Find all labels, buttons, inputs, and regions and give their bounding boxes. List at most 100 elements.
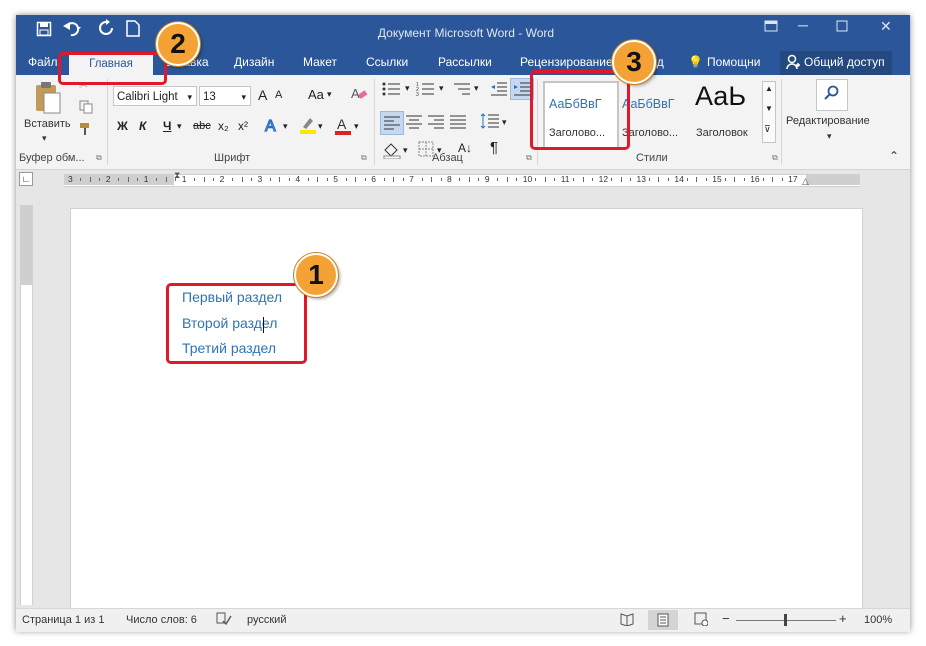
chevron-down-icon[interactable]: ▾ [327,89,332,100]
underline-button[interactable]: Ч [163,119,171,133]
chevron-down-icon[interactable]: ▼ [765,104,773,113]
paragraph-group-label: Абзац [432,152,463,164]
tab-design[interactable]: Дизайн [234,55,274,69]
ruler-tick [431,177,433,182]
ruler-tick [724,178,726,181]
bullets-icon[interactable] [382,81,402,100]
tab-references[interactable]: Ссылки [366,55,408,69]
zoom-in-icon[interactable]: + [839,611,847,626]
numbering-icon[interactable]: 123 [416,81,436,100]
line-spacing-icon[interactable] [480,112,500,133]
font-group-label: Шрифт [214,152,251,164]
font-name-field[interactable]: Calibri Light ▾ [113,86,197,106]
decrease-indent-icon[interactable] [490,81,508,100]
paste-button[interactable]: Вставить [24,118,71,130]
close-icon[interactable]: ✕ [880,18,892,35]
justify-icon[interactable] [450,115,466,132]
tab-mailings[interactable]: Рассылки [438,55,492,69]
ruler-tick [772,177,774,182]
clipboard-launcher-icon[interactable]: ⧉ [96,153,102,163]
subscript-button[interactable]: x₂ [218,119,229,133]
ruler-number: 6 [371,174,376,184]
highlight-icon[interactable] [298,115,318,138]
multilevel-list-icon[interactable] [452,81,472,100]
zoom-out-icon[interactable]: − [722,611,730,626]
format-painter-icon[interactable] [79,122,93,139]
collapse-ribbon-icon[interactable]: ⌃ [889,149,899,163]
maximize-icon[interactable] [836,19,848,35]
align-center-icon[interactable] [406,115,422,132]
chevron-down-icon[interactable]: ▾ [502,117,507,128]
editing-group-button[interactable]: Редактирование [786,115,870,127]
proofing-icon[interactable] [216,612,232,629]
font-launcher-icon[interactable]: ⧉ [361,153,367,163]
ruler-number: 8 [447,174,452,184]
web-layout-icon[interactable] [694,612,709,629]
show-marks-button[interactable]: ¶ [490,139,498,156]
chevron-down-icon[interactable]: ▾ [354,121,359,132]
chevron-down-icon[interactable]: ▾ [403,145,408,156]
tab-file[interactable]: Файл [28,55,58,69]
chevron-down-icon[interactable]: ▾ [177,121,182,132]
redo-icon[interactable] [98,19,114,41]
indent-marker-icon[interactable]: ⧗ [174,170,180,181]
page-count[interactable]: Страница 1 из 1 [22,614,104,626]
tab-review[interactable]: Рецензирование [520,55,613,69]
align-left-button[interactable] [380,111,404,135]
zoom-level[interactable]: 100% [864,614,892,626]
zoom-slider-thumb[interactable] [784,614,787,626]
shading-icon[interactable] [382,141,402,162]
minimize-icon[interactable]: ─ [798,17,808,33]
font-color-icon[interactable]: A [334,115,352,138]
styles-scroll[interactable]: ▲ ▼ ⊽ [762,81,776,143]
ruler-number: 13 [636,174,646,184]
chevron-up-icon[interactable]: ▲ [765,84,773,93]
chevron-down-icon[interactable]: ▾ [283,121,288,132]
save-icon[interactable] [36,21,52,41]
clear-formatting-icon[interactable]: A [350,85,368,106]
font-size-field[interactable]: 13 ▾ [199,86,251,106]
strikethrough-button[interactable]: abc [193,120,211,132]
ruler-tick [241,177,243,182]
shrink-font-button[interactable]: A [275,89,282,101]
superscript-button[interactable]: x² [238,119,248,133]
paragraph-launcher-icon[interactable]: ⧉ [526,153,532,163]
ruler-tick [544,177,546,182]
share-button[interactable]: Общий доступ [780,51,892,75]
chevron-down-icon[interactable]: ▾ [827,131,832,142]
language[interactable]: русский [247,614,286,626]
vertical-ruler[interactable] [20,205,33,605]
styles-launcher-icon[interactable]: ⧉ [772,153,778,163]
more-styles-icon[interactable]: ⊽ [764,124,771,135]
chevron-down-icon[interactable]: ▾ [474,83,479,94]
chevron-down-icon[interactable]: ▾ [187,87,192,107]
chevron-down-icon[interactable]: ▾ [241,87,246,107]
change-case-button[interactable]: Aa [308,87,324,102]
chevron-down-icon[interactable]: ▾ [439,83,444,94]
new-doc-icon[interactable] [126,20,140,41]
callout-badge-1: 1 [294,253,338,297]
callout-box-heading-style [530,70,630,150]
read-mode-icon[interactable] [620,612,634,629]
right-indent-marker-icon[interactable]: △ [802,176,809,187]
grow-font-button[interactable]: A [258,87,267,103]
find-button[interactable] [816,79,848,111]
bold-button[interactable]: Ж [117,119,128,133]
text-effects-icon[interactable]: A [263,116,281,137]
ribbon-display-icon[interactable] [764,19,778,36]
italic-button[interactable]: К [139,119,146,133]
paste-icon[interactable] [34,81,61,114]
align-right-icon[interactable] [428,115,444,132]
paste-dropdown-icon[interactable]: ▾ [42,133,47,144]
undo-icon[interactable] [62,19,84,41]
style-title[interactable]: АаЬ Заголовок [692,81,764,145]
font-size-value: 13 [203,91,216,103]
copy-icon[interactable] [79,100,93,117]
chevron-down-icon[interactable]: ▾ [318,121,323,132]
chevron-down-icon[interactable]: ▾ [405,83,410,94]
tab-layout[interactable]: Макет [303,55,337,69]
tab-help[interactable]: Помощни [707,55,760,69]
word-count[interactable]: Число слов: 6 [126,614,197,626]
document-page[interactable]: Первый раздел Второй раздел Третий разде… [70,208,863,616]
print-layout-button[interactable] [648,610,678,630]
